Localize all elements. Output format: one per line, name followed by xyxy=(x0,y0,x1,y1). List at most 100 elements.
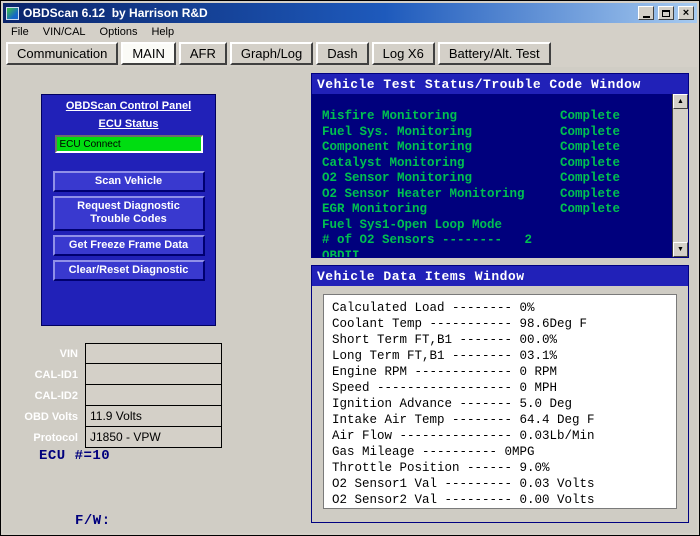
data-window-title: Vehicle Data Items Window xyxy=(312,266,688,286)
status-list-item[interactable]: EGR Monitoring Complete xyxy=(312,202,672,218)
control-panel-title: OBDScan Control Panel xyxy=(42,95,215,112)
data-item-row: Throttle Position ------ 9.0% xyxy=(324,460,676,476)
tab-communication[interactable]: Communication xyxy=(6,42,118,65)
field-value: J1850 - VPW xyxy=(85,427,222,448)
ecu-connect-indicator: ECU Connect xyxy=(55,135,203,153)
vehicle-data-items-window: Vehicle Data Items Window Calculated Loa… xyxy=(311,265,689,523)
field-row: Protocol J1850 - VPW xyxy=(17,427,222,448)
status-list-item[interactable]: Component Monitoring Complete xyxy=(312,140,672,156)
data-item-row: O2 Sensor2 Val --------- 0.00 Volts xyxy=(324,492,676,508)
field-label: OBD Volts xyxy=(17,411,85,423)
status-item-value: Complete xyxy=(560,202,620,218)
status-item-value: Complete xyxy=(560,109,620,125)
status-list-item[interactable]: OBDII xyxy=(312,249,672,258)
status-item-name: Component Monitoring xyxy=(322,140,560,156)
obdscan-control-panel: OBDScan Control Panel ECU Status ECU Con… xyxy=(41,94,216,326)
menu-bar: File VIN/CAL Options Help xyxy=(3,23,697,41)
status-list-item[interactable]: # of O2 Sensors -------- 2 xyxy=(312,233,672,249)
status-list-item[interactable]: Catalyst Monitoring Complete xyxy=(312,156,672,172)
status-list-item[interactable]: Fuel Sys1-Open Loop Mode xyxy=(312,218,672,234)
data-item-row: Short Term FT,B1 ------- 00.0% xyxy=(324,332,676,348)
status-item-name: Fuel Sys. Monitoring xyxy=(322,125,560,141)
data-item-row: Intake Air Temp -------- 64.4 Deg F xyxy=(324,412,676,428)
tab-main[interactable]: MAIN xyxy=(121,42,176,65)
data-item-row: Engine RPM ------------- 0 RPM xyxy=(324,364,676,380)
status-window-title: Vehicle Test Status/Trouble Code Window xyxy=(312,74,688,94)
field-value xyxy=(85,385,222,406)
field-value xyxy=(85,364,222,385)
field-label: Protocol xyxy=(17,432,85,444)
tab-dash[interactable]: Dash xyxy=(316,42,368,65)
tab-bar: Communication MAIN AFR Graph/Log Dash Lo… xyxy=(3,41,697,67)
data-item-row: Calculated Load -------- 0% xyxy=(324,300,676,316)
control-panel-button[interactable]: Get Freeze Frame Data xyxy=(53,235,205,256)
status-list-item[interactable]: O2 Sensor Heater Monitoring Complete xyxy=(312,187,672,203)
status-item-name: OBDII xyxy=(322,249,560,258)
minimize-button[interactable] xyxy=(638,6,654,20)
status-item-value: Complete xyxy=(560,140,620,156)
scroll-down-icon[interactable]: ▼ xyxy=(673,242,688,257)
firmware-label: F/W: xyxy=(75,513,111,529)
status-item-name: O2 Sensor Heater Monitoring xyxy=(322,187,560,203)
status-item-name: Catalyst Monitoring xyxy=(322,156,560,172)
status-item-value: Complete xyxy=(560,125,620,141)
scroll-up-icon[interactable]: ▲ xyxy=(673,94,688,109)
menu-vin-cal[interactable]: VIN/CAL xyxy=(36,24,93,40)
close-button[interactable]: × xyxy=(678,6,694,20)
ecu-status-label: ECU Status xyxy=(42,112,215,130)
field-value xyxy=(85,343,222,364)
menu-file[interactable]: File xyxy=(4,24,36,40)
status-item-name: Fuel Sys1-Open Loop Mode xyxy=(322,218,560,234)
status-item-value: Complete xyxy=(560,156,620,172)
field-row: VIN xyxy=(17,343,222,364)
minimize-icon xyxy=(643,16,650,18)
app-window: OBDScan 6.12 by Harrison R&D × File VIN/… xyxy=(0,0,700,536)
menu-options[interactable]: Options xyxy=(93,24,145,40)
tab-log-x6[interactable]: Log X6 xyxy=(372,42,435,65)
status-list-item[interactable]: O2 Sensor Monitoring Complete xyxy=(312,171,672,187)
field-row: OBD Volts 11.9 Volts xyxy=(17,406,222,427)
control-panel-button[interactable]: Scan Vehicle xyxy=(53,171,205,192)
tab-graph-log[interactable]: Graph/Log xyxy=(230,42,313,65)
menu-help[interactable]: Help xyxy=(144,24,181,40)
field-value: 11.9 Volts xyxy=(85,406,222,427)
data-item-row: Air Flow --------------- 0.03Lb/Min xyxy=(324,428,676,444)
tab-afr[interactable]: AFR xyxy=(179,42,227,65)
status-scrollbar[interactable]: ▲ ▼ xyxy=(672,94,688,257)
data-item-row: Ignition Advance ------- 5.0 Deg xyxy=(324,396,676,412)
field-label: VIN xyxy=(17,348,85,360)
data-items-list: Calculated Load -------- 0% Coolant Temp… xyxy=(323,294,677,509)
vehicle-info-fields: VIN CAL-ID1 CAL-ID2 OBD Volts 11.9 Volts xyxy=(17,343,222,448)
maximize-icon xyxy=(662,10,670,17)
field-row: CAL-ID1 xyxy=(17,364,222,385)
close-icon: × xyxy=(683,8,689,19)
vehicle-test-status-window: Vehicle Test Status/Trouble Code Window … xyxy=(311,73,689,258)
status-list: Misfire Monitoring Complete Fuel Sys. Mo… xyxy=(312,94,672,257)
status-list-item[interactable]: Fuel Sys. Monitoring Complete xyxy=(312,125,672,141)
field-label: CAL-ID1 xyxy=(17,369,85,381)
data-item-row: O2 Sensor1 Val --------- 0.03 Volts xyxy=(324,476,676,492)
status-item-value: Complete xyxy=(560,187,620,203)
status-item-value: Complete xyxy=(560,171,620,187)
app-icon xyxy=(6,7,19,20)
control-panel-button[interactable]: Request Diagnostic Trouble Codes xyxy=(53,196,205,230)
ecu-number-text: ECU #=10 xyxy=(39,448,110,464)
data-item-row: Speed ------------------ 0 MPH xyxy=(324,380,676,396)
main-content: OBDScan Control Panel ECU Status ECU Con… xyxy=(3,67,697,533)
maximize-button[interactable] xyxy=(658,6,674,20)
title-bar[interactable]: OBDScan 6.12 by Harrison R&D × xyxy=(3,3,697,23)
field-label: CAL-ID2 xyxy=(17,390,85,402)
tab-battery-alt-test[interactable]: Battery/Alt. Test xyxy=(438,42,551,65)
status-list-item[interactable]: Misfire Monitoring Complete xyxy=(312,109,672,125)
window-title: OBDScan 6.12 by Harrison R&D xyxy=(23,6,634,20)
data-item-row: Coolant Temp ----------- 98.6Deg F xyxy=(324,316,676,332)
data-item-row: Long Term FT,B1 -------- 03.1% xyxy=(324,348,676,364)
data-item-row: Gas Mileage ---------- 0MPG xyxy=(324,444,676,460)
status-item-name: # of O2 Sensors -------- 2 xyxy=(322,233,560,249)
status-item-name: O2 Sensor Monitoring xyxy=(322,171,560,187)
scrollbar-track[interactable] xyxy=(673,109,688,242)
status-item-name: Misfire Monitoring xyxy=(322,109,560,125)
control-panel-buttons: Scan Vehicle Request Diagnostic Trouble … xyxy=(42,171,215,281)
status-item-name: EGR Monitoring xyxy=(322,202,560,218)
control-panel-button[interactable]: Clear/Reset Diagnostic xyxy=(53,260,205,281)
